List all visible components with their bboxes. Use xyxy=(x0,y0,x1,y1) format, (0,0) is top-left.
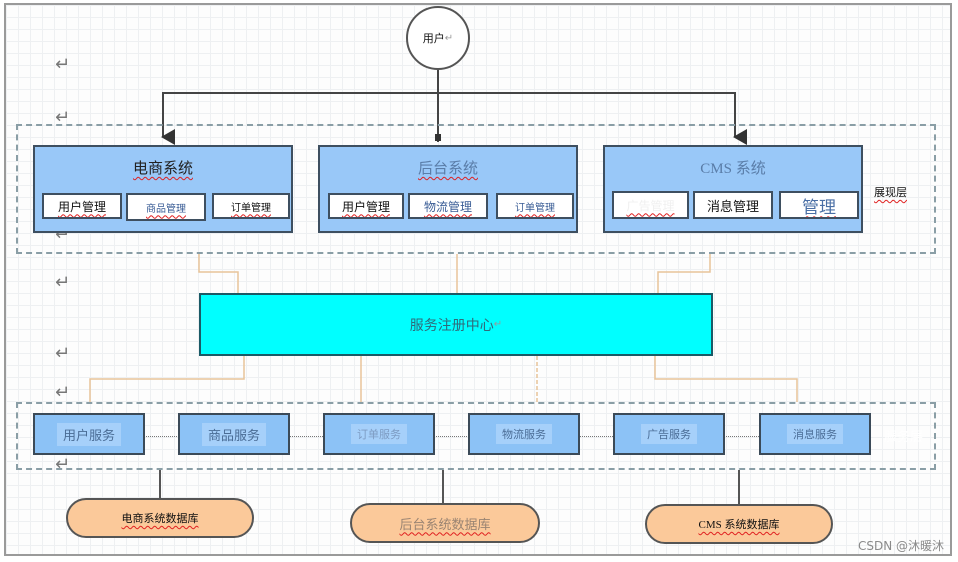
service-box: 物流服务 xyxy=(468,413,580,455)
module-box: 物流管理 xyxy=(408,193,488,219)
service-box: 订单服务 xyxy=(323,413,435,455)
presentation-layer-label: 展现层 xyxy=(874,186,907,199)
registry-label: 服务注册中心 xyxy=(409,317,494,334)
module-box: 订单管理 xyxy=(496,193,574,219)
service-box: 商品服务 xyxy=(178,413,290,455)
system-box-ecommerce: 电商系统 用户管理 商品管理 订单管理 xyxy=(33,145,293,233)
module-label: 广告管理 xyxy=(626,198,675,213)
pilcrow-mark: ↵ xyxy=(444,32,454,44)
database-node: 电商系统数据库 xyxy=(66,498,254,538)
service-label: 物流服务 xyxy=(496,424,552,444)
database-node: 后台系统数据库 xyxy=(350,503,540,543)
module-label: 管理 xyxy=(802,197,836,218)
database-label: 后台系统数据库 xyxy=(399,517,491,533)
module-box: 用户管理 xyxy=(328,193,404,219)
module-box: 用户管理 xyxy=(42,193,122,219)
module-label: 物流管理 xyxy=(423,199,472,214)
return-mark: ↵ xyxy=(55,272,71,293)
service-layer-label: 服务层 xyxy=(884,430,924,445)
return-mark: ↵ xyxy=(55,343,71,364)
database-node: CMS 系统数据库 xyxy=(645,504,833,544)
service-box: 用户服务 xyxy=(33,413,145,455)
service-box: 广告服务 xyxy=(613,413,725,455)
module-box: 消息管理 xyxy=(693,191,773,219)
module-box: 商品管理 xyxy=(126,193,206,221)
system-title: 后台系统 xyxy=(417,159,478,177)
module-label: 订单管理 xyxy=(515,202,555,214)
module-box: 管理 xyxy=(779,191,859,219)
service-box: 消息服务 xyxy=(759,413,871,455)
module-box: 订单管理 xyxy=(212,193,290,219)
service-registry: 服务注册中心 ↵ xyxy=(199,293,713,356)
module-label: 消息管理 xyxy=(706,199,759,215)
database-label: CMS 系统数据库 xyxy=(698,519,780,531)
user-node: 用户 ↵ xyxy=(406,6,470,70)
system-title: CMS 系统 xyxy=(700,161,766,177)
module-label: 用户管理 xyxy=(57,199,106,214)
diagram-canvas xyxy=(4,3,952,556)
service-label: 广告服务 xyxy=(641,424,697,444)
service-label: 商品服务 xyxy=(201,422,266,446)
service-label: 订单服务 xyxy=(351,424,407,444)
service-label: 用户服务 xyxy=(56,422,121,446)
service-label: 消息服务 xyxy=(787,424,843,444)
return-mark: ↵ xyxy=(55,382,71,403)
module-label: 订单管理 xyxy=(231,202,271,214)
database-label: 电商系统数据库 xyxy=(121,512,199,525)
system-title: 电商系统 xyxy=(132,159,193,177)
return-mark: ↵ xyxy=(55,54,71,75)
system-box-backend: 后台系统 用户管理 物流管理 订单管理 xyxy=(318,145,578,233)
system-box-cms: CMS 系统 广告管理 消息管理 管理 xyxy=(603,145,863,233)
module-box: 广告管理 xyxy=(612,191,689,219)
module-label: 用户管理 xyxy=(341,199,390,214)
pilcrow-mark: ↵ xyxy=(493,319,503,330)
user-node-label: 用户 xyxy=(422,32,445,45)
watermark: CSDN @沐暖沐 xyxy=(857,539,944,553)
module-label: 商品管理 xyxy=(146,203,186,215)
